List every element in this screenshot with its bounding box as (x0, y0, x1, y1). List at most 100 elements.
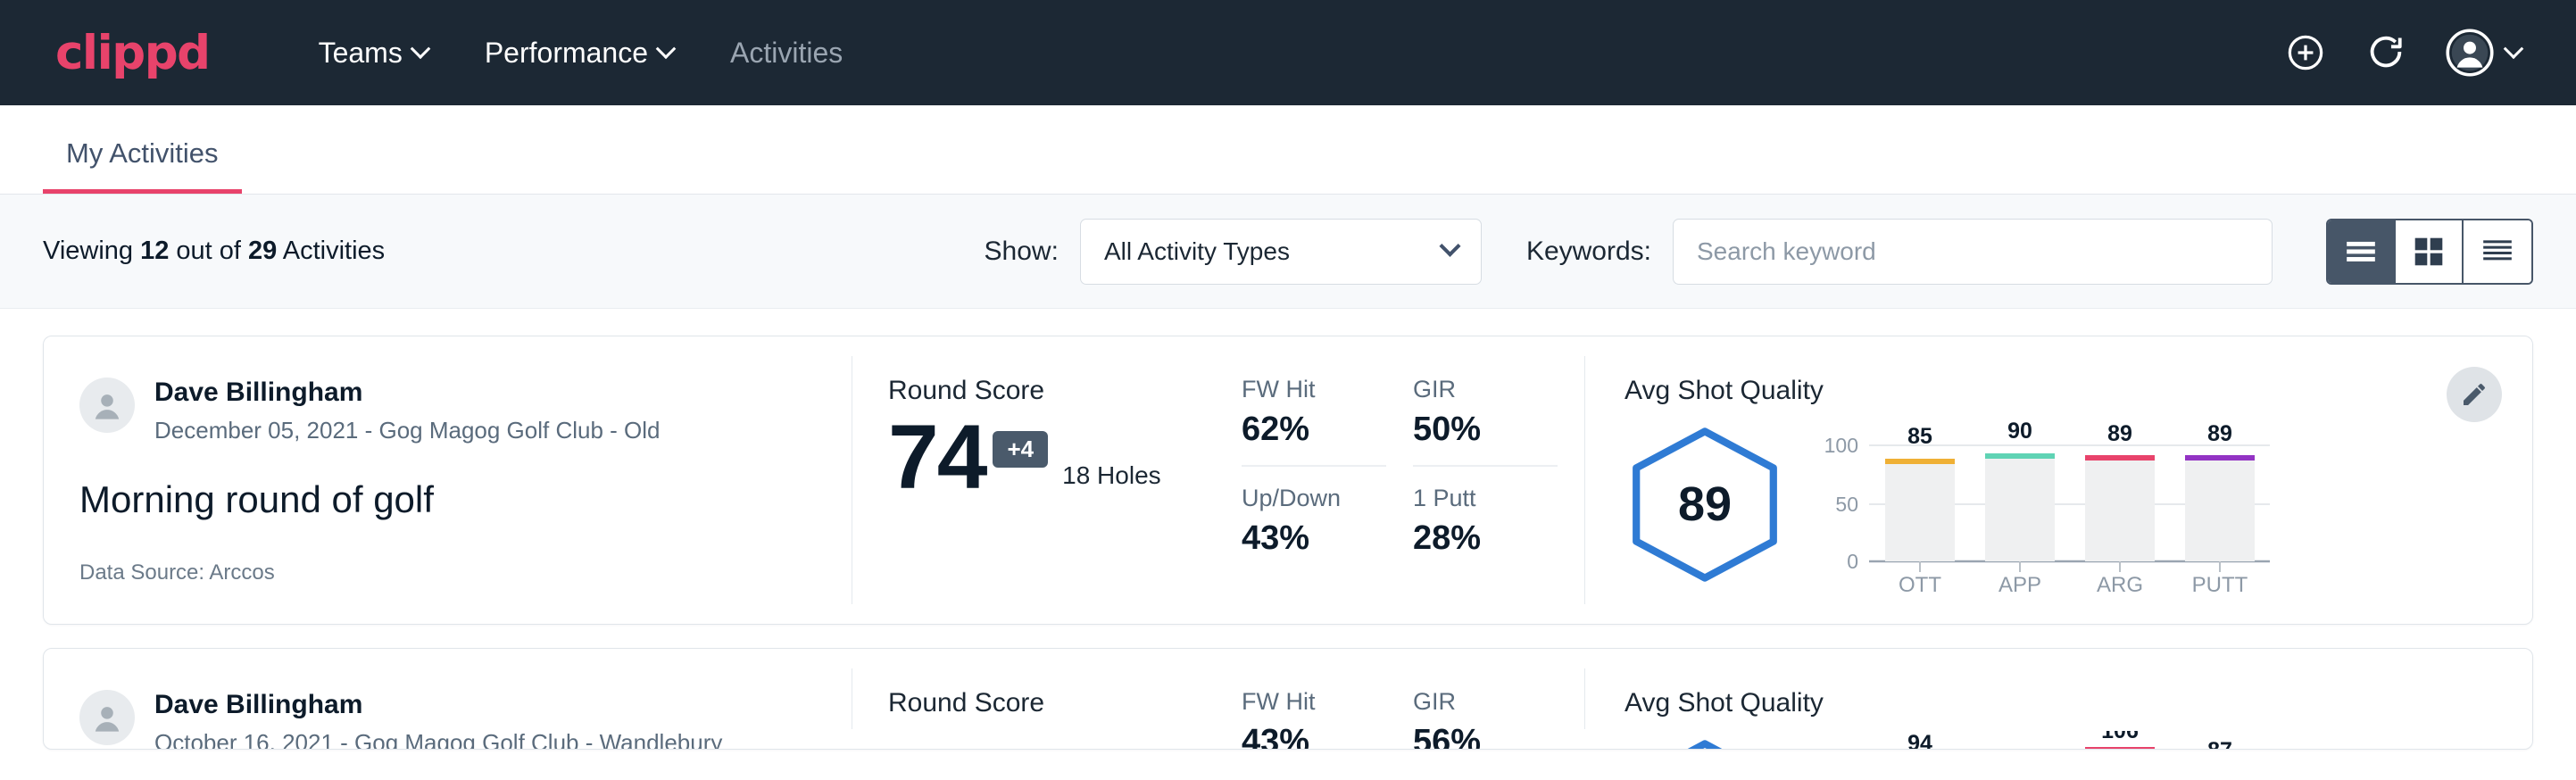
activity-data-source: Data Source: Arccos (79, 560, 816, 585)
avg-shot-quality-label: Avg Shot Quality (1625, 688, 2497, 718)
view-mode-compact-button[interactable] (2464, 220, 2531, 283)
stat-fw-hit: FW Hit 62% (1242, 376, 1386, 467)
holes-played: 18 Holes (1062, 461, 1161, 490)
bar-app-value: 82 (2007, 747, 2032, 750)
viewing-suffix: Activities (277, 236, 385, 265)
stat-one-putt: 1 Putt 28% (1413, 467, 1558, 558)
avg-shot-quality-label: Avg Shot Quality (1625, 376, 2497, 406)
tab-bar: My Activities (0, 105, 2576, 195)
viewing-count-text: Viewing 12 out of 29 Activities (43, 236, 385, 266)
bar-putt-cap (2185, 455, 2255, 461)
person-icon (87, 698, 127, 737)
round-score-section: Round Score (852, 649, 1209, 749)
stat-gir: GIR 56% (1413, 688, 1558, 750)
hexagon-icon (1625, 739, 1785, 751)
stat-up-down-value: 43% (1242, 519, 1370, 558)
activity-type-value: All Activity Types (1104, 237, 1290, 266)
stat-fw-hit: FW Hit 43% (1242, 688, 1386, 750)
stat-gir-value: 50% (1413, 411, 1541, 449)
quality-hexagon-value: 89 (1625, 427, 1785, 583)
chevron-down-icon (656, 38, 677, 59)
compact-view-icon (2480, 237, 2514, 266)
chevron-down-icon (411, 38, 431, 59)
view-mode-toggle-group (2326, 219, 2533, 285)
y-tick-50: 50 (1835, 493, 1858, 516)
view-mode-grid-button[interactable] (2396, 220, 2464, 283)
bar-ott-value: 85 (1907, 424, 1932, 449)
score-to-par-badge: +4 (993, 431, 1048, 468)
bar-arg-cap (2085, 455, 2155, 461)
bar-app-cap (1985, 453, 2055, 459)
bar-arg-value: 106 (2101, 731, 2139, 743)
app-logo[interactable]: clippd (55, 26, 210, 80)
bar-putt (2185, 459, 2255, 561)
viewing-mid: out of (169, 236, 248, 265)
round-stats-grid: FW Hit 62% GIR 50% Up/Down 43% 1 Putt 28… (1209, 336, 1584, 624)
nav-item-performance-label: Performance (485, 37, 648, 70)
tab-my-activities[interactable]: My Activities (43, 137, 242, 194)
nav-item-teams-label: Teams (319, 37, 403, 70)
pencil-icon (2460, 380, 2489, 409)
bar-chart-svg: 100 94 82 106 87 (1819, 731, 2283, 750)
round-score-section: Round Score 74 +4 18 Holes (852, 336, 1209, 624)
filter-controls: Show: All Activity Types Keywords: (985, 219, 2533, 285)
person-icon (87, 386, 127, 425)
view-mode-list-button[interactable] (2328, 220, 2396, 283)
stat-gir: GIR 50% (1413, 376, 1558, 467)
bar-ott-cap (1885, 459, 1955, 464)
shot-quality-bar-chart: 100 94 82 106 87 (1819, 724, 2283, 750)
chevron-down-icon (2504, 38, 2524, 59)
activity-type-select[interactable]: All Activity Types (1080, 219, 1482, 285)
activity-meta: December 05, 2021 - Gog Magog Golf Club … (154, 417, 661, 444)
bar-arg-label: ARG (2097, 573, 2143, 597)
bar-arg-cap (2085, 747, 2155, 750)
bar-putt-value: 89 (2207, 421, 2232, 446)
round-score-value: 74 (888, 411, 985, 502)
stat-fw-hit-value: 62% (1242, 411, 1370, 449)
stat-gir-label: GIR (1413, 376, 1541, 403)
avatar (79, 690, 135, 745)
avatar (79, 378, 135, 433)
stat-gir-value: 56% (1413, 723, 1541, 750)
y-tick-0: 0 (1847, 550, 1858, 573)
chevron-down-icon (1439, 236, 1460, 257)
activity-card[interactable]: Dave Billingham October 16, 2021 - Gog M… (43, 648, 2533, 750)
grid-view-icon (2414, 236, 2444, 267)
activity-author: Dave Billingham December 05, 2021 - Gog … (79, 376, 816, 444)
edit-activity-button[interactable] (2447, 367, 2502, 422)
activity-card[interactable]: Dave Billingham December 05, 2021 - Gog … (43, 336, 2533, 625)
show-label: Show: (985, 236, 1059, 267)
viewing-prefix: Viewing (43, 236, 140, 265)
bar-arg (2085, 459, 2155, 561)
activity-title: Morning round of golf (79, 478, 816, 521)
avg-shot-quality-section: Avg Shot Quality 100 94 (1585, 649, 2532, 749)
nav-item-activities[interactable]: Activities (702, 37, 871, 70)
round-score-label: Round Score (888, 376, 1209, 406)
bar-app-value: 90 (2007, 419, 2032, 444)
add-circle-icon[interactable] (2285, 32, 2326, 73)
bar-chart-svg: 100 50 0 85 OTT (1819, 419, 2283, 597)
search-input[interactable] (1673, 219, 2273, 285)
avg-shot-quality-section: Avg Shot Quality 89 100 50 0 (1585, 336, 2532, 624)
stat-up-down: Up/Down 43% (1242, 467, 1386, 558)
shot-quality-bar-chart: 100 50 0 85 OTT (1819, 411, 2283, 597)
nav-item-performance[interactable]: Performance (456, 37, 702, 70)
y-tick-100: 100 (1824, 746, 1858, 750)
account-avatar-icon (2446, 29, 2494, 77)
stat-fw-hit-value: 43% (1242, 723, 1370, 750)
viewing-shown-count: 12 (140, 236, 169, 265)
y-tick-100: 100 (1824, 434, 1858, 457)
bar-ott (1885, 462, 1955, 561)
bar-ott-value: 94 (1907, 731, 1932, 750)
bar-putt-label: PUTT (2192, 573, 2248, 597)
activity-summary: Dave Billingham October 16, 2021 - Gog M… (44, 649, 852, 749)
bar-arg-value: 89 (2107, 421, 2132, 446)
activity-author: Dave Billingham October 16, 2021 - Gog M… (79, 688, 816, 750)
refresh-icon[interactable] (2365, 32, 2406, 73)
account-menu[interactable] (2446, 29, 2521, 77)
nav-actions (2285, 29, 2521, 77)
stat-one-putt-label: 1 Putt (1413, 485, 1541, 512)
activity-meta: October 16, 2021 - Gog Magog Golf Club -… (154, 729, 722, 751)
nav-item-teams[interactable]: Teams (290, 37, 456, 70)
round-score-label: Round Score (888, 688, 1209, 718)
